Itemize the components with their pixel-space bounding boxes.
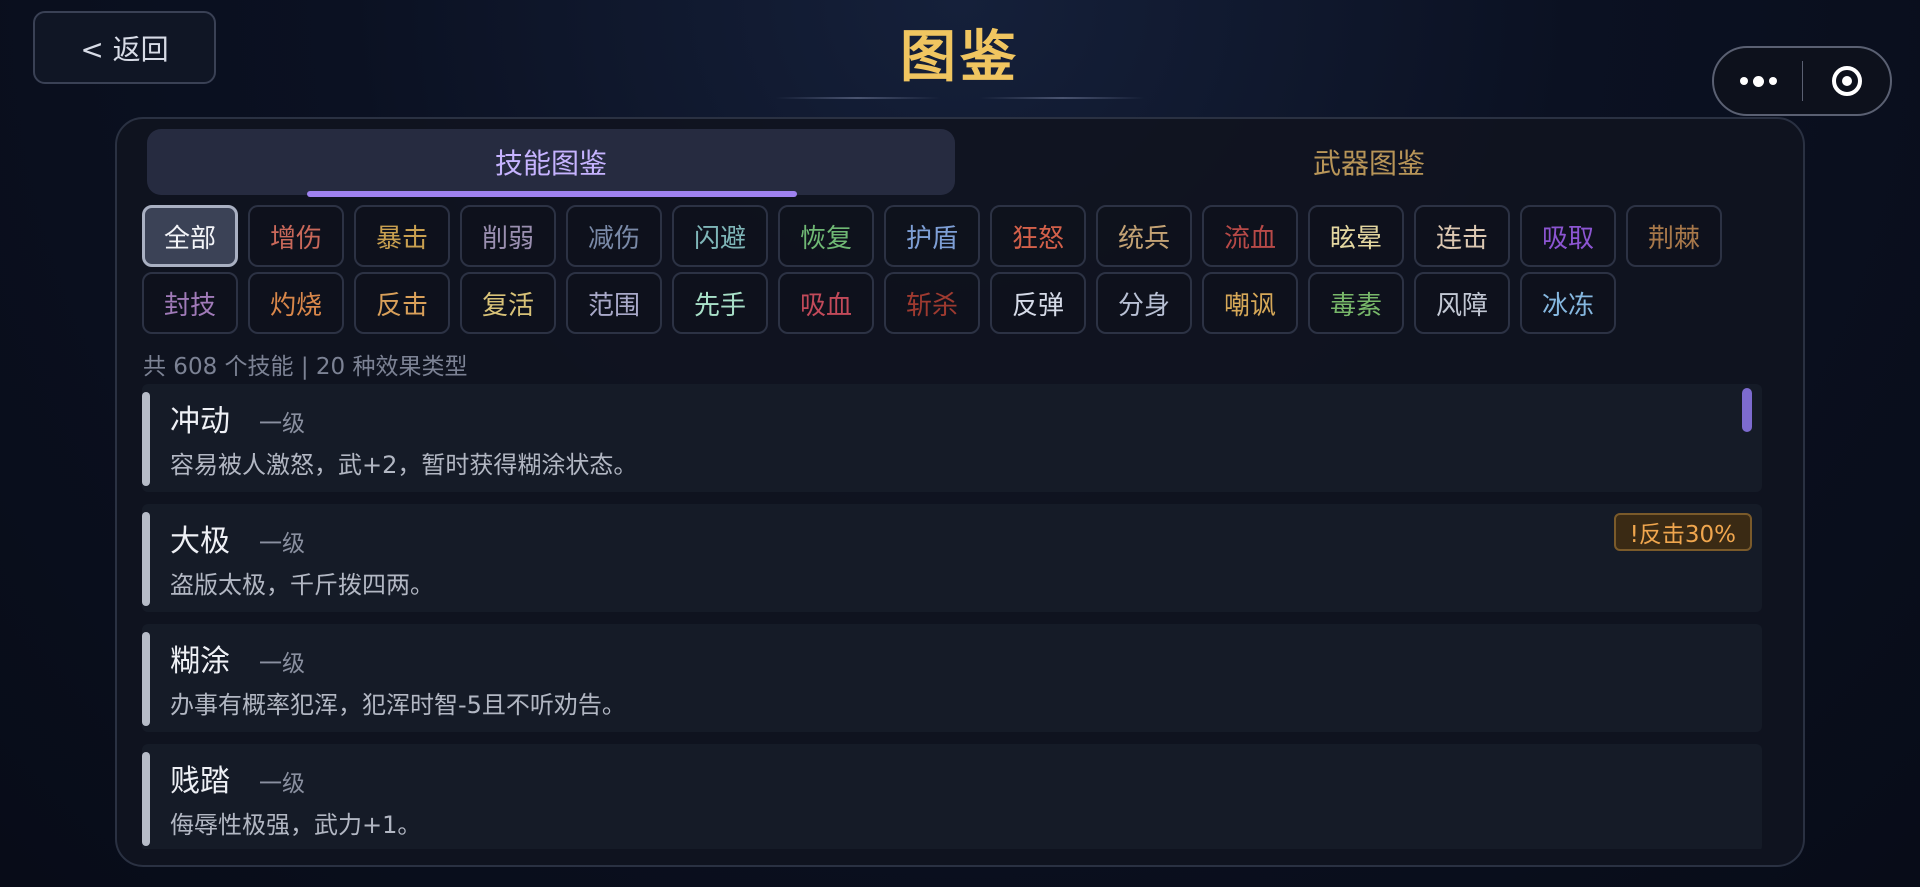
filter-chip[interactable]: 狂怒 [990,205,1086,267]
skill-description: 容易被人激怒，武+2，暂时获得糊涂状态。 [170,451,638,479]
scrollbar-thumb[interactable] [1742,388,1752,432]
filter-chip[interactable]: 统兵 [1096,205,1192,267]
skill-list-item[interactable]: 糊涂 一级办事有概率犯浑，犯浑时智-5且不听劝告。 [142,624,1762,732]
filter-chip[interactable]: 荆棘 [1626,205,1722,267]
filter-chip[interactable]: 全部 [142,205,238,267]
filter-chip-label: 闪避 [693,223,746,254]
filter-chip-label: 分身 [1117,290,1170,321]
codex-page: < 返回 图鉴 技能图鉴 武器图鉴 全部 增伤 暴击 削弱 减伤 闪避 恢复 护盾 狂怒 统兵 流血… [0,0,1920,887]
filter-chip-label: 灼烧 [269,290,322,321]
filter-chip-label: 全部 [163,223,216,254]
skill-name: 冲动 [170,404,230,439]
filter-chip[interactable]: 分身 [1096,272,1192,334]
skill-list-item[interactable]: 冲动 一级容易被人激怒，武+2，暂时获得糊涂状态。 [142,384,1762,492]
filter-chip[interactable]: 恢复 [778,205,874,267]
skill-level: 一级 [259,771,305,797]
filter-chip[interactable]: 减伤 [566,205,662,267]
filter-chip-label: 反击 [375,290,428,321]
skill-list-item[interactable]: 大极 一级盗版太极，千斤拨四两。 !反击30% [142,504,1762,612]
filter-chip-label: 连击 [1435,223,1488,254]
filter-chip[interactable]: 灼烧 [248,272,344,334]
title-divider-left [775,97,940,99]
skill-name: 大极 [170,524,230,559]
filter-chip-label: 反弹 [1011,290,1064,321]
filter-chip-label: 毒素 [1329,290,1382,321]
filter-chip[interactable]: 反弹 [990,272,1086,334]
skill-accent-bar [142,392,150,486]
filter-chip-label: 风障 [1435,290,1488,321]
skill-count-summary: 共 608 个技能 | 20 种效果类型 [143,354,468,380]
tab-skill-codex[interactable]: 技能图鉴 [147,129,955,197]
filter-chip[interactable]: 先手 [672,272,768,334]
more-options-icon[interactable] [1714,75,1802,87]
tab-label: 技能图鉴 [494,147,607,180]
skill-accent-bar [142,632,150,726]
page-title: 图鉴 [900,24,1020,90]
filter-chip[interactable]: 冰冻 [1520,272,1616,334]
filter-chip-label: 先手 [693,290,746,321]
skill-level: 一级 [259,651,305,677]
filter-chip-label: 荆棘 [1647,223,1700,254]
filter-chip[interactable]: 复活 [460,272,556,334]
filter-chip-label: 减伤 [587,223,640,254]
filter-chip[interactable]: 削弱 [460,205,556,267]
tab-label: 武器图鉴 [1312,147,1425,180]
filter-chip[interactable]: 闪避 [672,205,768,267]
title-divider-right [980,97,1145,99]
filter-chip-label: 嘲讽 [1223,290,1276,321]
filter-chip[interactable]: 毒素 [1308,272,1404,334]
skill-level: 一级 [259,531,305,557]
skill-name: 糊涂 [170,644,230,679]
filter-chip[interactable]: 暴击 [354,205,450,267]
filter-chip-label: 吸血 [799,290,852,321]
filter-chip[interactable]: 吸血 [778,272,874,334]
skill-list-scrollbar[interactable] [1742,384,1752,849]
filter-chip-label: 暴击 [375,223,428,254]
filter-chip[interactable]: 范围 [566,272,662,334]
filter-chip[interactable]: 斩杀 [884,272,980,334]
filter-chip[interactable]: 流血 [1202,205,1298,267]
skill-list[interactable]: 冲动 一级 容易被人激怒，武+2，暂时获得糊涂状态。 大极 一级 盗版太极，千斤拨四两。!… [142,384,1777,849]
codex-panel: 技能图鉴 武器图鉴 全部 增伤 暴击 削弱 减伤 闪避 恢复 护盾 狂怒 统兵 流血 眩晕 连击 吸取 荆棘… [115,117,1805,867]
filter-chip-label: 眩晕 [1329,223,1382,254]
tab-weapon-codex[interactable]: 武器图鉴 [965,129,1773,195]
filter-chip[interactable]: 反击 [354,272,450,334]
tab-bar: 技能图鉴 武器图鉴 [147,129,1777,197]
filter-chip-label: 增伤 [269,223,322,254]
filter-chip-label: 斩杀 [905,290,958,321]
skill-accent-bar [142,512,150,606]
skill-description: 办事有概率犯浑，犯浑时智-5且不听劝告。 [170,691,626,719]
filter-chip-label: 护盾 [905,223,958,254]
skill-description: 侮辱性极强，武力+1。 [170,811,422,839]
filter-chip[interactable]: 嘲讽 [1202,272,1298,334]
filter-chip[interactable]: 增伤 [248,205,344,267]
filter-chip[interactable]: 封技 [142,272,238,334]
skill-description: 盗版太极，千斤拨四两。 [170,571,434,599]
filter-chip[interactable]: 护盾 [884,205,980,267]
filter-chip[interactable]: 风障 [1414,272,1510,334]
skill-level: 一级 [259,411,305,437]
skill-name: 贱踏 [170,764,230,799]
filter-chip-label: 狂怒 [1011,223,1064,254]
filter-chip-label: 冰冻 [1541,290,1594,321]
filter-chip-label: 封技 [163,290,216,321]
close-program-icon[interactable] [1803,66,1890,96]
filter-chip-label: 流血 [1223,223,1276,254]
active-tab-indicator [307,191,797,197]
filter-chip-label: 吸取 [1541,223,1594,254]
filter-chip-label: 削弱 [481,223,534,254]
skill-effect-badge: !反击30% [1613,513,1752,551]
skill-accent-bar [142,752,150,846]
filter-chip[interactable]: 吸取 [1520,205,1616,267]
mini-program-capsule [1712,46,1892,116]
filter-chip-label: 统兵 [1117,223,1170,254]
filter-chip[interactable]: 连击 [1414,205,1510,267]
filter-chip[interactable]: 眩晕 [1308,205,1404,267]
filter-chip-label: 复活 [481,290,534,321]
filter-chip-label: 范围 [587,290,640,321]
skill-list-item[interactable]: 贱踏 一级侮辱性极强，武力+1。 [142,744,1762,849]
filter-chip-label: 恢复 [799,223,852,254]
